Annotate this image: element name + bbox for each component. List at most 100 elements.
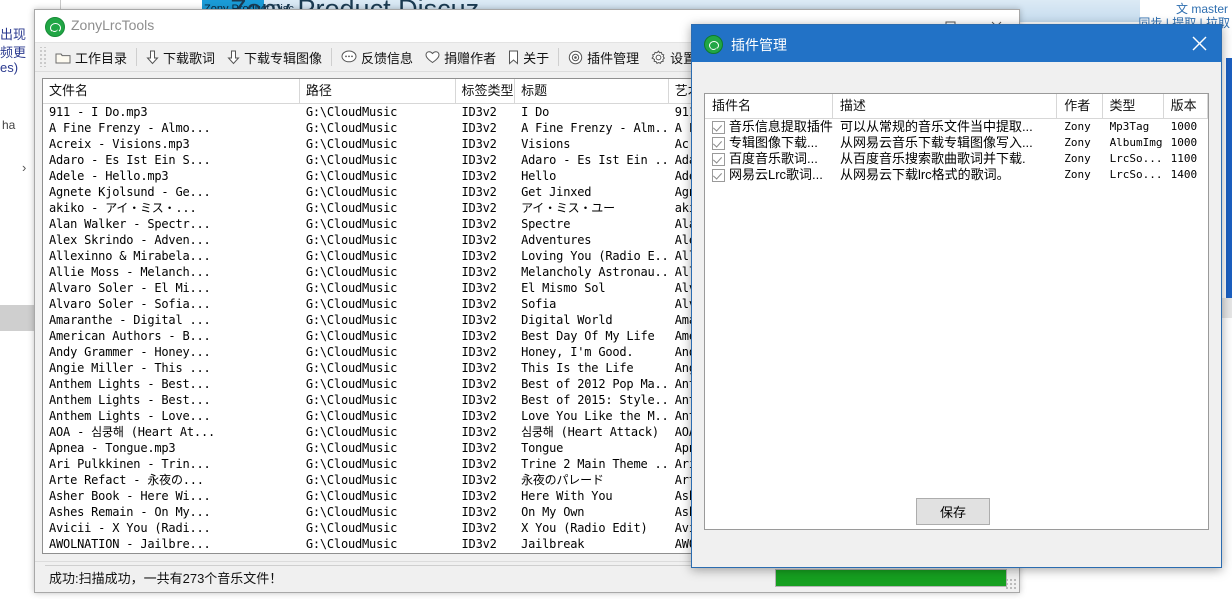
file-cell: 911 - I Do.mp3 (49, 105, 148, 119)
file-cell: G:\CloudMusic (305, 249, 398, 263)
dialog-title: 插件管理 (731, 37, 787, 53)
toolbar-item-feedback[interactable]: 反馈信息 (335, 45, 419, 69)
file-cell: G:\CloudMusic (305, 121, 398, 135)
toolbar-label-about: 关于 (523, 50, 550, 66)
toolbar-item-about[interactable]: 关于 (502, 45, 555, 69)
toolbar-separator (331, 48, 333, 66)
plugin-author-cell: Zony (1064, 120, 1091, 133)
plugin-column-header[interactable]: 插件名 (705, 94, 833, 118)
file-cell: Alan Walker - Spectr... (49, 217, 211, 231)
resize-grip[interactable] (1005, 578, 1017, 590)
toolbar-separator (558, 48, 560, 66)
file-cell: ID3v2 (461, 521, 497, 535)
plugin-type-cell: Mp3Tag (1109, 120, 1150, 133)
plugin-column-header[interactable]: 版本 (1164, 94, 1208, 118)
checkbox-checked-icon[interactable] (712, 168, 725, 182)
file-column-header[interactable]: 路径 (300, 79, 456, 103)
file-cell: Apnea - Tongue.mp3 (49, 441, 176, 455)
toolbar-label-feedback: 反馈信息 (361, 50, 414, 66)
plugin-desc-cell: 从百度音乐搜索歌曲歌词并下载. (839, 151, 1026, 166)
file-cell: Alvaro Soler - El Mi... (49, 281, 211, 295)
plugin-column-header[interactable]: 作者 (1057, 94, 1103, 118)
plugin-column-header[interactable]: 类型 (1103, 94, 1164, 118)
file-cell: ID3v2 (461, 185, 497, 199)
file-cell: Andy Grammer - Honey... (49, 345, 211, 359)
file-cell: Sofia (521, 297, 557, 311)
plugin-manager-dialog: 插件管理 插件名 描述 作者 类型 版本 音乐信息提取插件 可以从常规的音乐文件当中提取.… (691, 24, 1222, 568)
file-cell: ID3v2 (461, 377, 497, 391)
smiley-green-icon (704, 35, 723, 54)
file-cell: A Fine Frenzy - Alm... (521, 121, 669, 135)
close-icon[interactable] (1177, 25, 1221, 62)
plugin-table[interactable]: 插件名 描述 作者 类型 版本 音乐信息提取插件 可以从常规的音乐文件当中提取... Zon… (704, 93, 1209, 530)
plugin-author-cell: Zony (1064, 168, 1091, 181)
toolbar-item-download-album-image[interactable]: 下载专辑图像 (221, 45, 328, 69)
table-row[interactable]: 百度音乐歌词... 从百度音乐搜索歌曲歌词并下载. Zony LrcSo... 1100 (705, 151, 1208, 167)
file-cell: Agnete Kjolsund - Ge... (49, 185, 211, 199)
plugin-name-cell[interactable]: 网易云Lrc歌词... (705, 167, 833, 183)
table-row[interactable]: 网易云Lrc歌词... 从网易云下载lrc格式的歌词。 Zony LrcSo... 14… (705, 167, 1208, 183)
file-cell: On My Own (521, 505, 585, 519)
file-column-header[interactable]: 标题 (515, 79, 669, 103)
file-cell: G:\CloudMusic (305, 313, 398, 327)
file-cell: Ari Pulkkinen - Trin... (49, 457, 211, 471)
gear-icon (651, 49, 666, 65)
file-cell: ID3v2 (461, 393, 497, 407)
checkbox-checked-icon[interactable] (712, 136, 725, 150)
file-cell: ID3v2 (461, 361, 497, 375)
plugin-table-body[interactable]: 音乐信息提取插件 可以从常规的音乐文件当中提取... Zony Mp3Tag 1000 专… (705, 119, 1208, 183)
file-cell: Trine 2 Main Theme ... (521, 457, 669, 471)
toolbar-separator (136, 48, 138, 66)
save-button[interactable]: 保存 (916, 498, 990, 525)
table-row[interactable]: 专辑图像下载... 从网易云音乐下载专辑图像写入... Zony AlbumImg 10… (705, 135, 1208, 151)
plugin-table-header: 插件名 描述 作者 类型 版本 (705, 94, 1208, 119)
file-cell: Adaro - Es Ist Ein ... (521, 153, 669, 167)
file-cell: Anthem Lights - Love... (49, 409, 211, 423)
plugin-author-cell: Zony (1064, 136, 1091, 149)
file-cell: ID3v2 (461, 489, 497, 503)
file-cell: Alex Skrindo - Adven... (49, 233, 211, 247)
checkbox-checked-icon[interactable] (712, 152, 725, 166)
toolbar-item-donate[interactable]: 捐赠作者 (419, 45, 502, 69)
file-cell: Amaranthe - Digital ... (49, 313, 211, 327)
file-cell: ID3v2 (461, 105, 497, 119)
window-title: ZonyLrcTools (71, 17, 155, 33)
file-cell: Best Day Of My Life (521, 329, 655, 343)
file-cell: G:\CloudMusic (305, 233, 398, 247)
toolbar-item-working-dir[interactable]: 工作目录 (49, 45, 133, 69)
plugin-name-label: 音乐信息提取插件 (728, 119, 833, 134)
file-cell: Hello (521, 169, 557, 183)
file-cell: G:\CloudMusic (305, 537, 398, 551)
plugin-desc-cell: 从网易云音乐下载专辑图像写入... (839, 135, 1033, 150)
plugin-name-cell[interactable]: 百度音乐歌词... (705, 151, 833, 167)
file-cell: Allexinno & Mirabela... (49, 249, 211, 263)
dialog-titlebar: 插件管理 (692, 25, 1221, 62)
plugin-name-cell[interactable]: 音乐信息提取插件 (705, 119, 833, 135)
toolbar-item-plugin-manager[interactable]: 插件管理 (562, 45, 645, 69)
plugin-column-header[interactable]: 描述 (833, 94, 1058, 118)
file-cell: American Authors - B... (49, 329, 211, 343)
file-column-header[interactable]: 标签类型 (456, 79, 516, 103)
bookmark-icon (508, 50, 519, 65)
bg-left-text-1: 频更 (0, 45, 27, 60)
checkbox-checked-icon[interactable] (712, 120, 725, 134)
file-cell: Tongue (521, 441, 564, 455)
toolbar-item-download-lyrics[interactable]: 下载歌词 (140, 45, 221, 69)
toolbar-grip[interactable] (39, 47, 47, 67)
file-cell: ID3v2 (461, 137, 497, 151)
file-cell: Adaro - Es Ist Ein S... (49, 153, 211, 167)
file-cell: Jailbreak (521, 537, 585, 551)
file-cell: Best of 2015: Style... (521, 393, 669, 407)
toolbar-label-plugin-manager: 插件管理 (587, 50, 640, 66)
file-cell: ID3v2 (456, 552, 516, 553)
plugin-name-cell[interactable]: 专辑图像下载... (705, 135, 833, 151)
plugin-type-cell: LrcSo... (1109, 168, 1163, 181)
file-cell: ID3v2 (461, 457, 497, 471)
file-cell: ID3v2 (461, 233, 497, 247)
file-cell: ID3v2 (461, 345, 497, 359)
table-row[interactable]: 音乐信息提取插件 可以从常规的音乐文件当中提取... Zony Mp3Tag 1000 (705, 119, 1208, 135)
file-cell: ID3v2 (461, 409, 497, 423)
file-cell: G:\CloudMusic (305, 185, 398, 199)
file-column-header[interactable]: 文件名 (43, 79, 300, 103)
toolbar-label-working-dir: 工作目录 (75, 50, 128, 66)
